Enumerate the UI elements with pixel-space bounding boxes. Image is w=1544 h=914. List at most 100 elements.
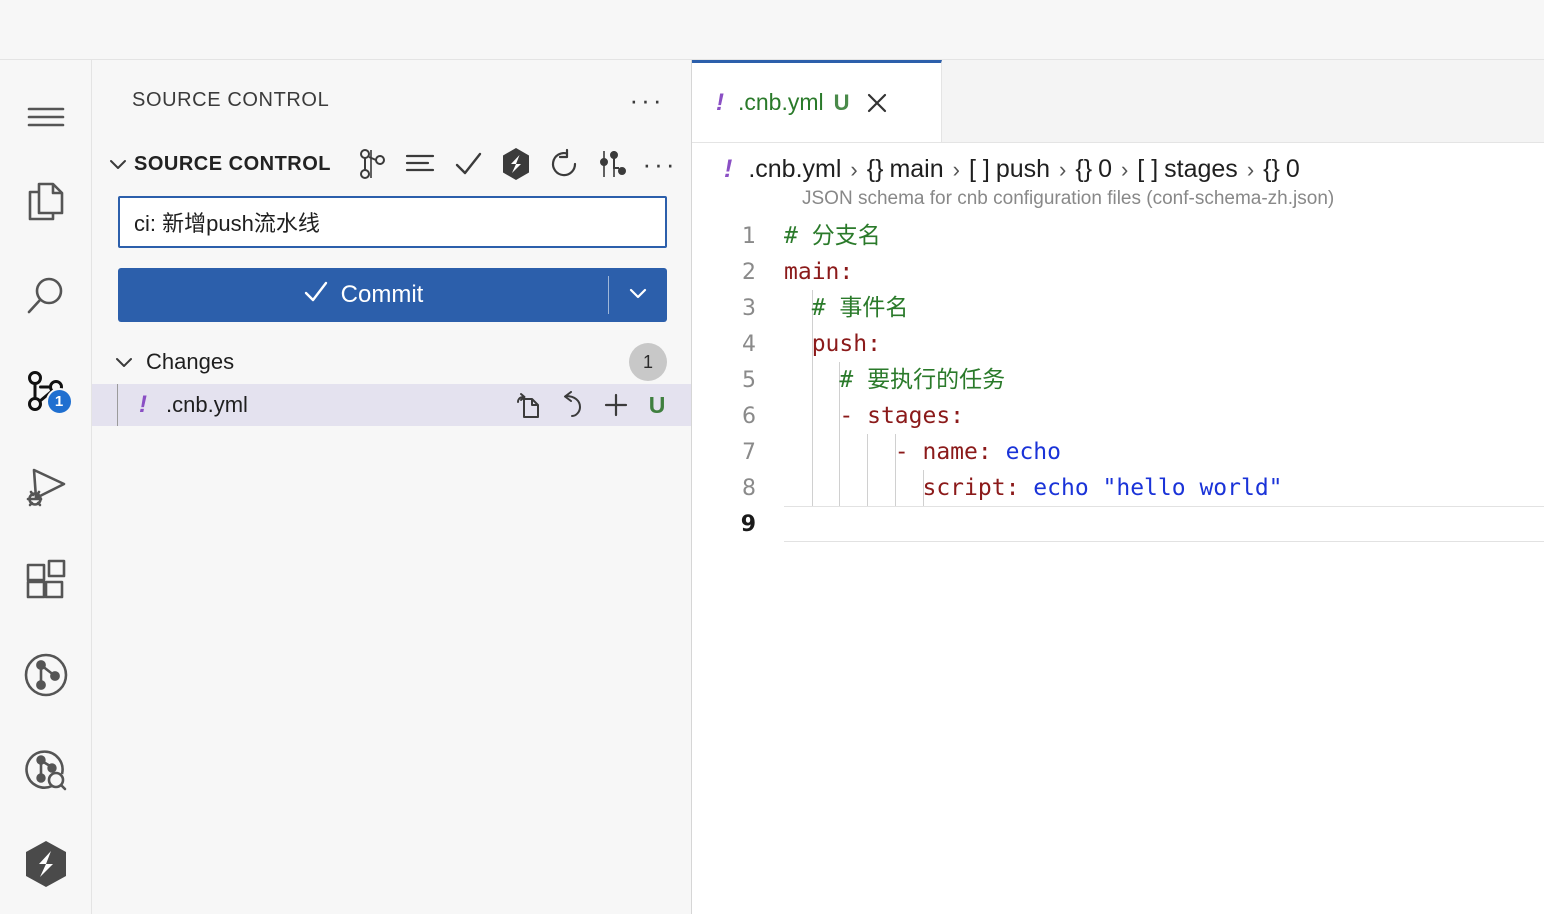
commit-message-input[interactable]: ci: 新增push流水线: [118, 196, 667, 248]
code-token: -: [839, 403, 867, 429]
activity-bar-item-run-and-debug[interactable]: [0, 441, 92, 536]
activity-bar-item-extensions[interactable]: [0, 535, 92, 630]
source-control-graph-icon[interactable]: [353, 145, 391, 183]
open-file-icon[interactable]: [513, 390, 543, 420]
source-control-section-label: SOURCE CONTROL: [134, 153, 331, 176]
breadcrumb-item-push[interactable]: [ ] push: [969, 155, 1050, 184]
code-token: name:: [922, 439, 991, 465]
line-number: 2: [692, 260, 784, 285]
chevron-down-icon: [108, 351, 140, 373]
plus-icon[interactable]: [601, 390, 631, 420]
editor-tab-label: .cnb.yml: [738, 89, 824, 116]
line-number: 8: [692, 476, 784, 501]
activity-bar-item-graph[interactable]: [0, 630, 92, 725]
changes-section-header[interactable]: Changes 1: [92, 340, 691, 384]
code-editor[interactable]: 1# 分支名2main:3 # 事件名4 push:5 # 要执行的任务6 - …: [692, 210, 1544, 914]
breadcrumb-item-main[interactable]: {} main: [867, 155, 944, 184]
code-line: 2main:: [692, 254, 1544, 290]
file-problem-icon: !: [724, 155, 732, 184]
source-control-sidebar: SOURCE CONTROL ··· SOURCE CONTROL: [92, 60, 692, 914]
graph-nodes-icon[interactable]: [593, 145, 631, 183]
ellipsis-icon[interactable]: ···: [641, 145, 679, 183]
code-line-text: script: echo "hello world": [784, 470, 1544, 506]
code-line: 1# 分支名: [692, 218, 1544, 254]
code-line-text: - stages:: [784, 398, 1544, 434]
changes-count-badge: 1: [629, 343, 667, 381]
close-icon[interactable]: [864, 90, 890, 116]
line-number: 1: [692, 224, 784, 249]
discard-icon[interactable]: [557, 390, 587, 420]
activity-bar-item-graph-search[interactable]: [0, 725, 92, 820]
breadcrumb-label: .cnb.yml: [748, 155, 841, 184]
code-line-text: - name: echo: [784, 434, 1544, 470]
code-token: # 要执行的任务: [839, 367, 1005, 393]
files-icon: [23, 178, 69, 231]
commit-button-label: Commit: [341, 281, 424, 309]
file-status-letter: U: [645, 392, 669, 419]
breadcrumb-item-index-0[interactable]: {} 0: [1075, 155, 1112, 184]
workbench-body: 1: [0, 60, 1544, 914]
editor-group: ! .cnb.yml U ! .cnb.yml ›: [692, 60, 1544, 914]
activity-bar-item-menu[interactable]: [0, 82, 92, 157]
code-token: [1019, 475, 1033, 501]
editor-tab-status-letter: U: [834, 90, 850, 116]
chevron-down-icon[interactable]: [102, 153, 134, 175]
code-line: 7 - name: echo: [692, 434, 1544, 470]
graph-circle-icon: [22, 651, 70, 704]
vscode-window: 1: [0, 0, 1544, 914]
code-token: stages:: [867, 403, 964, 429]
activity-bar-item-cnb[interactable]: [0, 819, 92, 914]
code-line: 3 # 事件名: [692, 290, 1544, 326]
editor-tab-cnb-yml[interactable]: ! .cnb.yml U: [692, 60, 942, 142]
code-line-text: # 要执行的任务: [784, 362, 1544, 398]
breadcrumb-kind-object: {}: [1263, 155, 1280, 184]
code-token: echo "hello world": [1033, 475, 1282, 501]
commit-message-value: ci: 新增push流水线: [134, 206, 320, 238]
indent-guide: [108, 384, 126, 426]
line-number: 3: [692, 296, 784, 321]
code-line-text: push:: [784, 326, 1544, 362]
code-line: 6 - stages:: [692, 398, 1544, 434]
file-problem-icon: !: [126, 391, 160, 419]
code-token: # 分支名: [784, 223, 881, 249]
check-icon[interactable]: [449, 145, 487, 183]
file-row-actions: U: [513, 390, 669, 420]
activity-bar-item-explorer[interactable]: [0, 157, 92, 252]
cnb-hexagon-icon[interactable]: [497, 145, 535, 183]
sidebar-title-bar: SOURCE CONTROL ···: [92, 60, 691, 140]
commit-dropdown-button[interactable]: [609, 268, 667, 322]
breadcrumb-separator: ›: [1121, 157, 1128, 183]
source-control-badge: 1: [46, 388, 73, 415]
code-line: 4 push:: [692, 326, 1544, 362]
breadcrumb-kind-array: [ ]: [1137, 155, 1158, 184]
activity-bar-item-source-control[interactable]: 1: [0, 346, 92, 441]
code-token: # 事件名: [812, 295, 909, 321]
breadcrumb-label: push: [996, 155, 1050, 184]
sidebar-more-icon[interactable]: ···: [617, 77, 677, 123]
breadcrumb-item-stages[interactable]: [ ] stages: [1137, 155, 1238, 184]
breadcrumb-kind-array: [ ]: [969, 155, 990, 184]
breadcrumb-item-stage-index-0[interactable]: {} 0: [1263, 155, 1300, 184]
line-number: 9: [692, 512, 784, 537]
activity-bar-item-search[interactable]: [0, 252, 92, 347]
line-number: 4: [692, 332, 784, 357]
breadcrumb-label: 0: [1098, 155, 1112, 184]
breadcrumb-separator: ›: [1247, 157, 1254, 183]
changes-file-row[interactable]: ! .cnb.yml: [92, 384, 691, 426]
activity-bar: 1: [0, 60, 92, 914]
hamburger-icon: [24, 102, 68, 137]
code-token: -: [895, 439, 923, 465]
breadcrumb-separator: ›: [850, 157, 857, 183]
commit-button[interactable]: Commit: [118, 268, 608, 322]
code-line: 5 # 要执行的任务: [692, 362, 1544, 398]
code-line-text: [784, 506, 1544, 542]
code-line: 9: [692, 506, 1544, 542]
commit-button-group: Commit: [118, 268, 667, 322]
lines-icon[interactable]: [401, 145, 439, 183]
breadcrumb-label: stages: [1164, 155, 1238, 184]
file-problem-icon: !: [716, 89, 724, 117]
refresh-icon[interactable]: [545, 145, 583, 183]
breadcrumb-subtitle: JSON schema for cnb configuration files …: [692, 188, 1544, 210]
breadcrumb-item-file[interactable]: .cnb.yml: [748, 155, 841, 184]
cnb-hexagon-icon: [22, 839, 70, 894]
